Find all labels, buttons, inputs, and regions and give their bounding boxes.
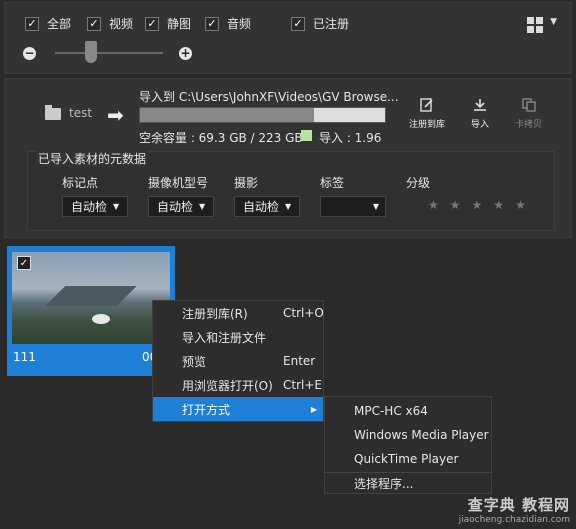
metadata-column-tag: 标签 [320, 176, 345, 190]
edit-icon [419, 97, 435, 113]
menu-item-preview[interactable]: 预览 Enter [153, 349, 323, 373]
copy-icon [521, 97, 537, 113]
chevron-down-icon: ▼ [285, 202, 292, 211]
open-with-submenu: MPC-HC x64 Windows Media Player QuickTim… [324, 396, 492, 494]
check-icon: ✓ [291, 16, 305, 31]
clip-name: 111 [13, 350, 36, 364]
view-grid-icon[interactable] [527, 17, 543, 33]
filter-all-checkbox[interactable]: ✓ 全部 [25, 15, 71, 32]
star-icon[interactable]: ★ [515, 198, 526, 212]
photographer-dropdown[interactable]: 自动检 ▼ [234, 196, 300, 217]
camera-dropdown[interactable]: 自动检 ▼ [148, 196, 214, 217]
register-label: 注册到库 [409, 120, 446, 130]
thumbnail-mountains [12, 286, 170, 306]
thumbnail-flower [92, 314, 110, 324]
menu-item-label: 注册到库(R) [182, 306, 248, 321]
photographer-dropdown-value: 自动检 [243, 200, 280, 214]
watermark-title: 查字典 教程网 [467, 496, 570, 514]
disk-usage-bar [139, 107, 386, 123]
submenu-item-choose-program[interactable]: 选择程序... [325, 473, 491, 493]
watermark-url: jiaocheng.chazidian.com [458, 515, 570, 525]
menu-item-label: 打开方式 [182, 402, 231, 417]
filter-video-label: 视频 [109, 17, 134, 31]
star-icon[interactable]: ★ [450, 198, 461, 212]
submenu-item-label: QuickTime Player [354, 452, 459, 466]
free-space-text: 空余容量 : 69.3 GB / 223 GB [139, 131, 303, 145]
clip-checkbox[interactable]: ✓ [17, 256, 31, 270]
register-button[interactable]: 注册到库 [409, 97, 445, 130]
card-copy-label: 卡拷贝 [515, 120, 543, 130]
menu-item-import-register[interactable]: 导入和注册文件 [153, 325, 323, 349]
metadata-title: 已导入素材的元数据 [36, 150, 149, 167]
marker-dropdown[interactable]: 自动检 ▼ [62, 196, 128, 217]
filter-audio-label: 音频 [227, 17, 252, 31]
chevron-right-icon: ▶ [310, 404, 317, 414]
metadata-column-camera: 摄像机型号 [148, 176, 209, 190]
check-icon: ✓ [205, 16, 219, 31]
star-icon[interactable]: ★ [493, 198, 504, 212]
chevron-down-icon: ▼ [372, 202, 379, 211]
menu-item-open-with[interactable]: 打开方式 ▶ [153, 397, 323, 421]
check-icon: ✓ [25, 16, 39, 31]
import-panel: test ➡ 导入到 C:\Users\JohnXF\Videos\GV Bro… [4, 78, 572, 238]
filter-still-checkbox[interactable]: ✓ 静图 [145, 15, 191, 32]
metadata-column-rating: 分级 [406, 176, 431, 190]
import-button[interactable]: 导入 [471, 97, 489, 130]
menu-item-label: 用浏览器打开(O) [182, 378, 273, 393]
metadata-column-marker: 标记点 [62, 176, 99, 190]
import-label: 导入 [471, 120, 490, 130]
menu-item-label: 导入和注册文件 [182, 330, 267, 345]
camera-dropdown-value: 自动检 [157, 200, 194, 214]
folder-icon [45, 105, 61, 120]
import-size-swatch [301, 130, 312, 141]
import-size-text: 导入 : 1.96 [319, 131, 382, 145]
disk-usage-fill [140, 108, 314, 122]
submenu-item-mpc[interactable]: MPC-HC x64 [325, 399, 491, 423]
star-icon[interactable]: ★ [472, 198, 483, 212]
zoom-out-icon[interactable]: − [23, 47, 36, 60]
menu-item-label: 预览 [182, 354, 207, 369]
menu-item-shortcut: Ctrl+O [283, 306, 324, 320]
check-icon: ✓ [87, 16, 101, 31]
card-copy-button[interactable]: 卡拷贝 [515, 97, 542, 130]
chevron-down-icon[interactable]: ▼ [550, 17, 557, 27]
filter-audio-checkbox[interactable]: ✓ 音频 [205, 15, 251, 32]
metadata-column-photographer: 摄影 [234, 176, 259, 190]
zoom-slider-thumb[interactable] [85, 41, 97, 63]
filter-all-label: 全部 [47, 17, 72, 31]
check-icon: ✓ [145, 16, 159, 31]
marker-dropdown-value: 自动检 [71, 200, 108, 214]
clip-thumbnail [12, 252, 170, 344]
filter-panel: ✓ 全部 ✓ 视频 ✓ 静图 ✓ 音频 ✓ 已注册 ▼ − + [4, 2, 572, 74]
filter-video-checkbox[interactable]: ✓ 视频 [87, 15, 133, 32]
context-menu: 注册到库(R) Ctrl+O 导入和注册文件 预览 Enter 用浏览器打开(O) C… [152, 300, 324, 422]
source-folder-name: test [69, 106, 93, 120]
zoom-slider-track[interactable] [55, 52, 163, 54]
chevron-down-icon: ▼ [113, 202, 120, 211]
tag-dropdown[interactable]: ▼ [320, 196, 386, 217]
clip-tile[interactable]: ✓ 111 00 [7, 246, 175, 376]
menu-item-shortcut: Ctrl+E [283, 378, 322, 392]
menu-item-open-browser[interactable]: 用浏览器打开(O) Ctrl+E [153, 373, 323, 397]
submenu-item-label: MPC-HC x64 [354, 404, 428, 418]
submenu-item-label: 选择程序... [354, 476, 414, 491]
watermark: 查字典 教程网 jiaocheng.chazidian.com [459, 494, 570, 525]
menu-item-shortcut: Enter [283, 354, 316, 368]
menu-item-register[interactable]: 注册到库(R) Ctrl+O [153, 301, 324, 325]
filter-registered-checkbox[interactable]: ✓ 已注册 [291, 15, 349, 32]
submenu-item-quicktime[interactable]: QuickTime Player [325, 447, 491, 471]
submenu-item-wmp[interactable]: Windows Media Player [325, 423, 491, 447]
download-icon [472, 97, 488, 113]
rating-stars[interactable]: ★ ★ ★ ★ ★ [428, 198, 526, 212]
import-destination[interactable]: 导入到 C:\Users\JohnXF\Videos\GV Browse... [139, 88, 399, 105]
star-icon[interactable]: ★ [428, 198, 439, 212]
filter-still-label: 静图 [167, 17, 192, 31]
filter-registered-label: 已注册 [313, 17, 350, 31]
arrow-right-icon: ➡ [107, 103, 124, 127]
chevron-down-icon: ▼ [199, 202, 206, 211]
submenu-item-label: Windows Media Player [354, 428, 489, 442]
metadata-group: 已导入素材的元数据 标记点 摄像机型号 摄影 标签 分级 自动检 ▼ 自动检 ▼ 自… [27, 150, 555, 231]
zoom-in-icon[interactable]: + [179, 47, 192, 60]
